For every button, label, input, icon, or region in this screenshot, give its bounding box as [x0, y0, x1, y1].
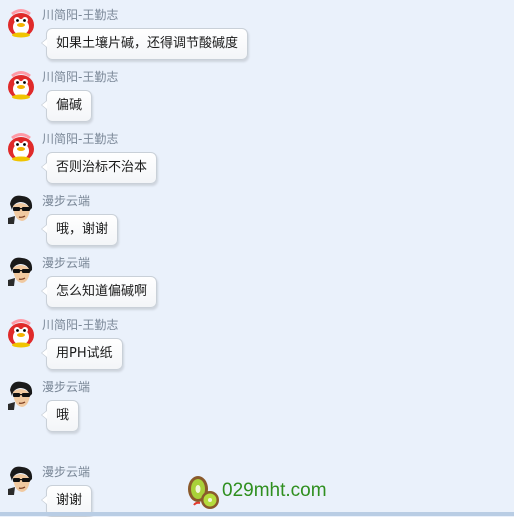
sunglasses-man-avatar[interactable] — [6, 256, 36, 286]
kiwi-fruit-logo-icon — [188, 476, 219, 509]
red-penguin-avatar[interactable] — [6, 70, 36, 100]
message-bubble: 偏碱 — [40, 90, 93, 122]
watermark: 029mht.com — [184, 472, 344, 512]
message-bubble: 否则治标不治本 — [40, 152, 158, 184]
watermark-text: 029mht.com — [222, 480, 327, 501]
sender-name[interactable]: 漫步云端 — [42, 192, 90, 209]
bottom-border — [0, 512, 514, 516]
message-bubble: 如果土壤片碱，还得调节酸碱度 — [40, 28, 249, 60]
sender-name[interactable]: 川简阳-王勤志 — [42, 68, 118, 85]
sender-name[interactable]: 漫步云端 — [42, 378, 90, 395]
chat-history: 川简阳-王勤志 如果土壤片碱，还得调节酸碱度 川简阳-王勤志 偏碱 川简阳-王勤… — [0, 0, 514, 517]
red-penguin-avatar[interactable] — [6, 132, 36, 162]
red-penguin-avatar[interactable] — [6, 318, 36, 348]
sunglasses-man-avatar[interactable] — [6, 194, 36, 224]
sender-name[interactable]: 川简阳-王勤志 — [42, 6, 118, 23]
sender-name[interactable]: 川简阳-王勤志 — [42, 316, 118, 333]
message-bubble: 怎么知道偏碱啊 — [40, 276, 158, 308]
message-bubble: 哦，谢谢 — [40, 214, 119, 246]
sunglasses-man-avatar[interactable] — [6, 465, 36, 495]
sunglasses-man-avatar[interactable] — [6, 380, 36, 410]
sender-name[interactable]: 漫步云端 — [42, 254, 90, 271]
red-penguin-avatar[interactable] — [6, 8, 36, 38]
sender-name[interactable]: 川简阳-王勤志 — [42, 130, 118, 147]
sender-name[interactable]: 漫步云端 — [42, 463, 90, 480]
message-bubble: 哦 — [40, 400, 80, 432]
message-bubble: 用PH试纸 — [41, 338, 123, 370]
